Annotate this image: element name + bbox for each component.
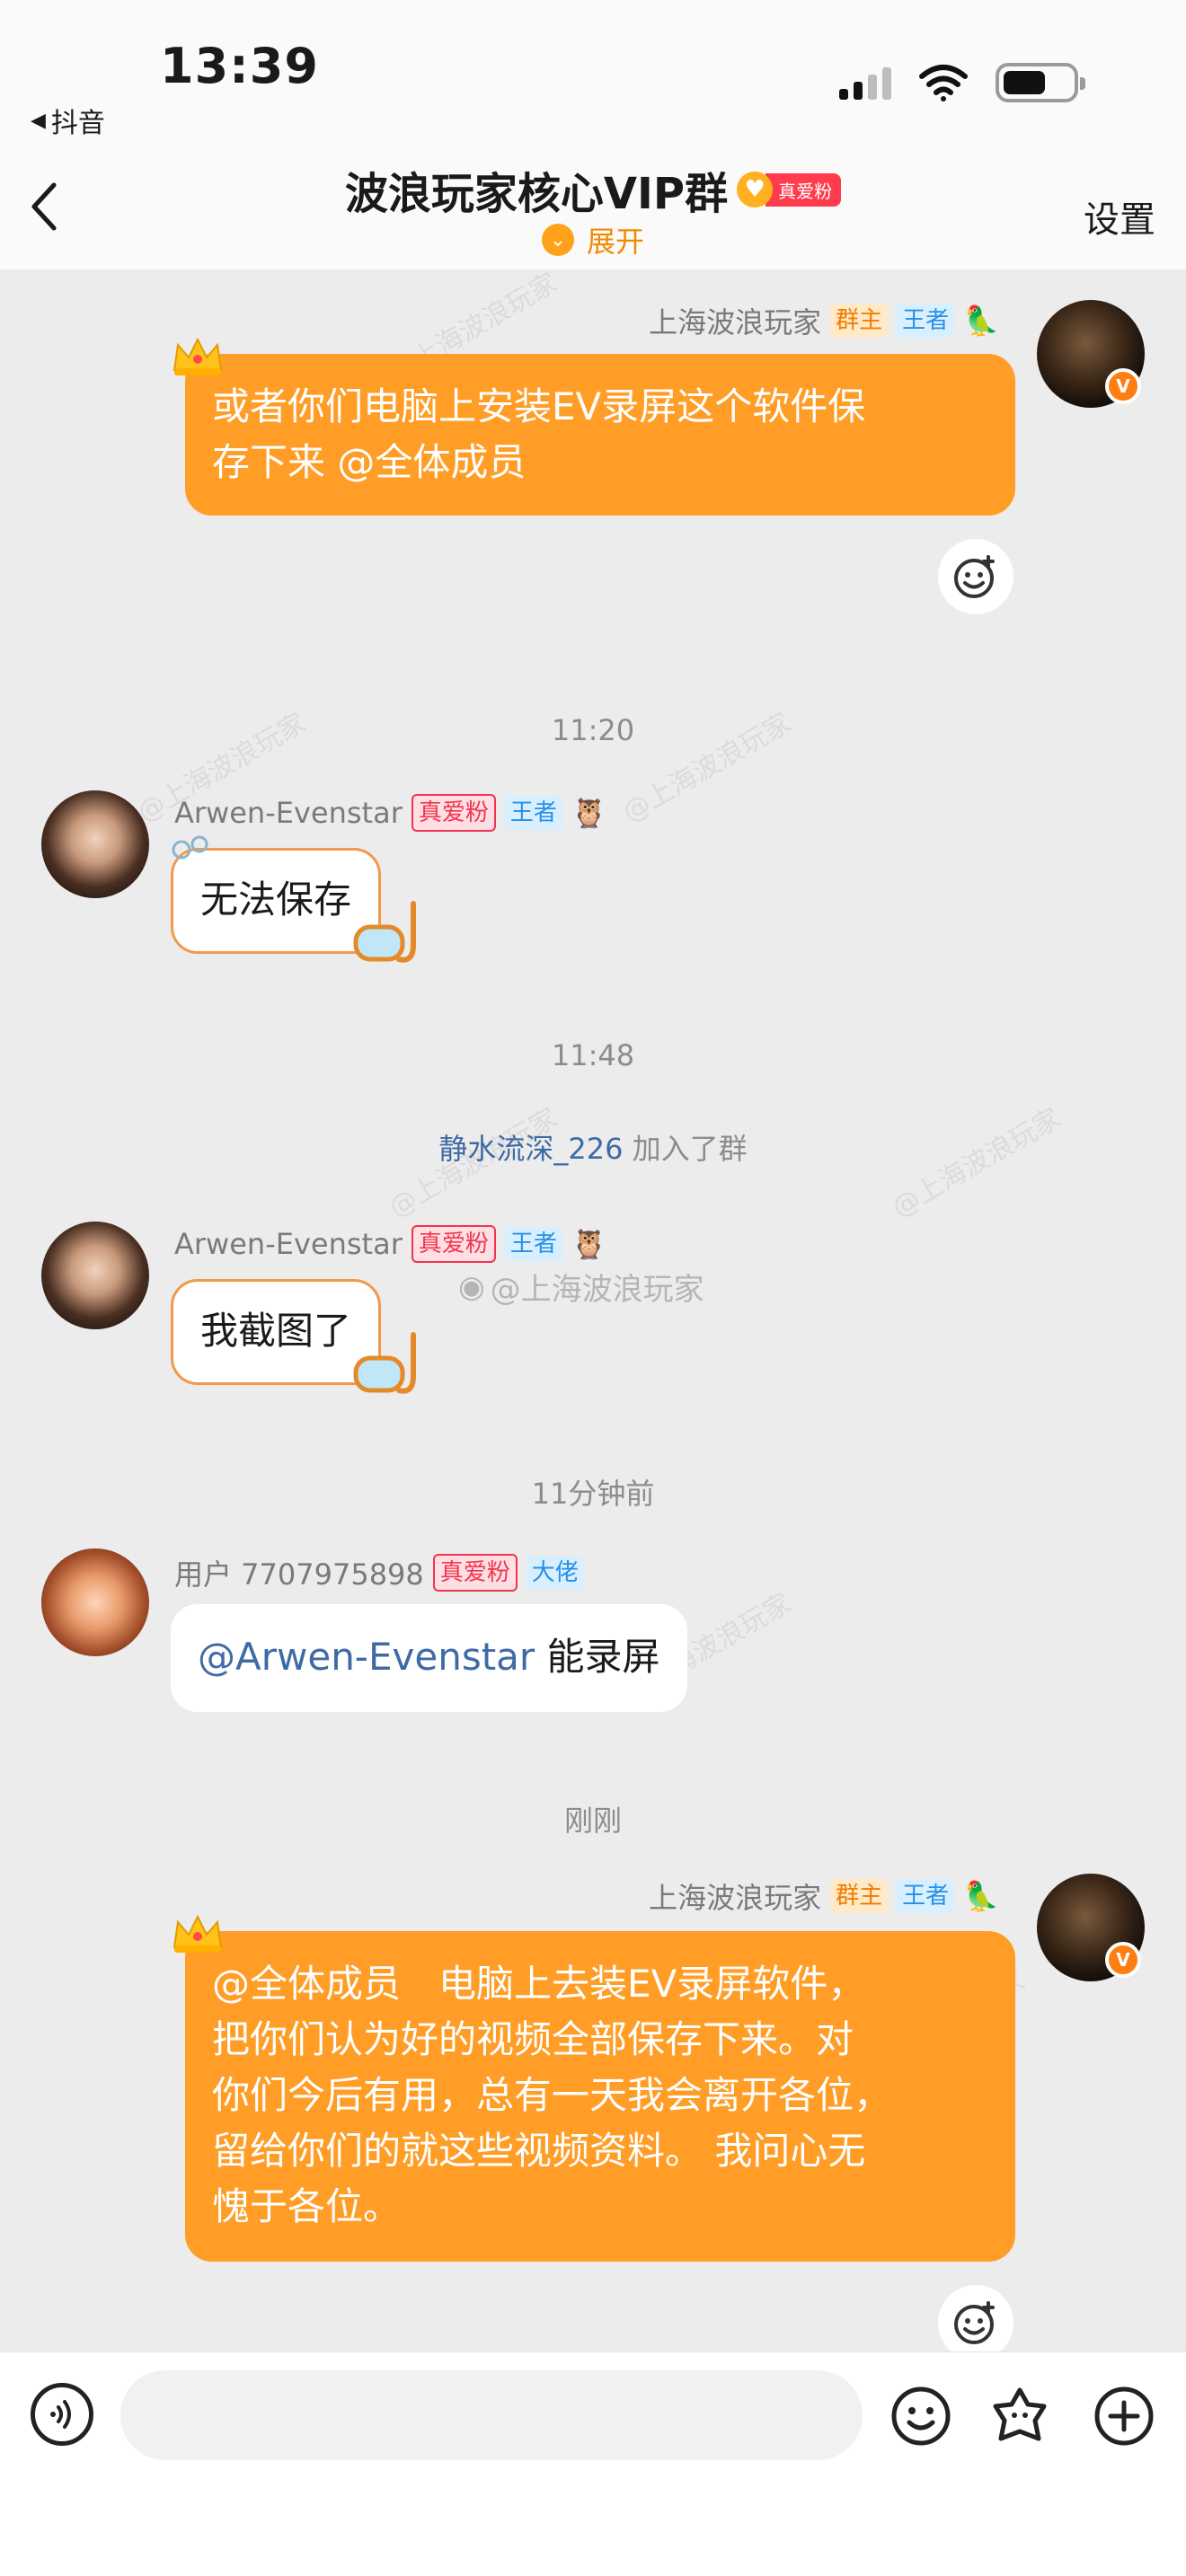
owl-icon: 🦉	[571, 796, 607, 830]
react-emoji-icon	[954, 555, 995, 598]
back-to-app[interactable]: ◀ 抖音	[31, 101, 105, 140]
input-bar	[0, 2351, 1186, 2576]
goggles-icon	[353, 901, 416, 963]
crown-icon	[173, 1914, 223, 1953]
sender-name[interactable]: Arwen-Evenstar	[174, 796, 403, 830]
emoji-icon[interactable]	[890, 2385, 952, 2448]
back-app-label: 抖音	[50, 108, 105, 139]
chevron-down-icon: ⌄	[541, 224, 574, 256]
settings-button[interactable]: 设置	[1084, 190, 1155, 243]
voice-button[interactable]	[31, 2383, 93, 2446]
sender-name[interactable]: Arwen-Evenstar	[174, 1227, 403, 1261]
timestamp: 刚刚	[563, 1804, 622, 1838]
group-title-text: 波浪玩家核心VIP群	[344, 169, 729, 219]
avatar[interactable]	[41, 1222, 149, 1329]
avatar[interactable]	[41, 1548, 149, 1656]
fan-tag: 真爱粉	[411, 1225, 496, 1263]
sender-row: 上海波浪玩家 群主 王者 🦜	[649, 1875, 999, 1917]
rank-tag: 王者	[504, 796, 562, 830]
parrot-icon: 🦜	[963, 1879, 999, 1913]
status-icons	[839, 63, 1085, 102]
avatar[interactable]	[41, 790, 149, 898]
owner-tag: 群主	[830, 1879, 889, 1913]
group-title: 波浪玩家核心VIP群 ♥ 真爱粉	[0, 158, 1186, 221]
bubble-icon	[172, 835, 208, 860]
sender-name[interactable]: 上海波浪玩家	[649, 300, 821, 341]
joined-user-name[interactable]: 静水流深_226	[438, 1132, 623, 1166]
sender-row: Arwen-Evenstar 真爱粉 王者 🦉	[174, 794, 607, 832]
fan-tag: 真爱粉	[411, 794, 496, 832]
rank-tag: 王者	[504, 1227, 562, 1261]
voice-icon	[50, 2400, 71, 2429]
cell-signal-icon	[839, 66, 891, 100]
heart-icon: ♥	[737, 172, 774, 207]
sender-row: 用户 7707975898 真爱粉 大佬	[174, 1552, 584, 1593]
parrot-icon: 🦜	[963, 304, 999, 338]
weibo-watermark: ◉ @上海波浪玩家	[458, 1268, 704, 1309]
rank-tag: 王者	[897, 1879, 955, 1913]
message-bubble[interactable]: @Arwen-Evenstar 能录屏	[171, 1604, 687, 1712]
expand-button[interactable]: ⌄ 展开	[0, 219, 1186, 260]
message-bubble[interactable]: 或者你们电脑上安装EV录屏这个软件保 存下来 @全体成员	[185, 354, 1015, 516]
message-bubble[interactable]: 无法保存	[171, 848, 382, 954]
timestamp: 11:20	[551, 713, 635, 747]
react-emoji-icon	[954, 2301, 995, 2344]
crown-icon	[173, 337, 223, 375]
owner-tag: 群主	[830, 304, 889, 338]
sender-name[interactable]: 用户 7707975898	[174, 1552, 424, 1593]
mention-link[interactable]: @Arwen-Evenstar	[198, 1635, 535, 1679]
fan-tag: 真爱粉	[432, 1554, 518, 1592]
sender-row: 上海波浪玩家 群主 王者 🦜	[649, 300, 999, 341]
rank-tag: 王者	[897, 304, 955, 338]
sender-name[interactable]: 上海波浪玩家	[649, 1875, 821, 1917]
battery-icon	[996, 63, 1085, 102]
wifi-icon	[919, 65, 968, 101]
system-message: 静水流深_226 加入了群	[438, 1132, 748, 1166]
verified-icon: V	[1105, 368, 1141, 404]
react-button[interactable]	[938, 539, 1013, 614]
plus-icon[interactable]	[1093, 2385, 1155, 2448]
rank-tag: 大佬	[526, 1556, 584, 1590]
sender-row: Arwen-Evenstar 真爱粉 王者 🦉	[174, 1225, 607, 1263]
status-time: 13:39	[160, 38, 319, 94]
owl-icon: 🦉	[571, 1227, 607, 1261]
message-input[interactable]	[120, 2370, 863, 2460]
message-bubble[interactable]: 我截图了	[171, 1279, 382, 1385]
top-bar: 13:39 ◀ 抖音 波浪玩家核心VIP群 ♥ 真爱粉 ⌄ 展开 设置	[0, 0, 1186, 269]
weibo-icon: ◉	[458, 1268, 485, 1305]
react-button[interactable]	[938, 2285, 1013, 2360]
timestamp: 11:48	[551, 1038, 635, 1072]
verified-icon: V	[1105, 1942, 1141, 1978]
back-triangle-icon: ◀	[31, 109, 46, 132]
message-bubble[interactable]: @全体成员 电脑上去装EV录屏软件， 把你们认为好的视频全部保存下来。对 你们今…	[185, 1931, 1015, 2262]
fan-badge: ♥ 真爱粉	[737, 172, 842, 207]
sticker-icon[interactable]	[988, 2385, 1051, 2448]
goggles-icon	[353, 1332, 416, 1394]
timestamp: 11分钟前	[531, 1477, 655, 1511]
